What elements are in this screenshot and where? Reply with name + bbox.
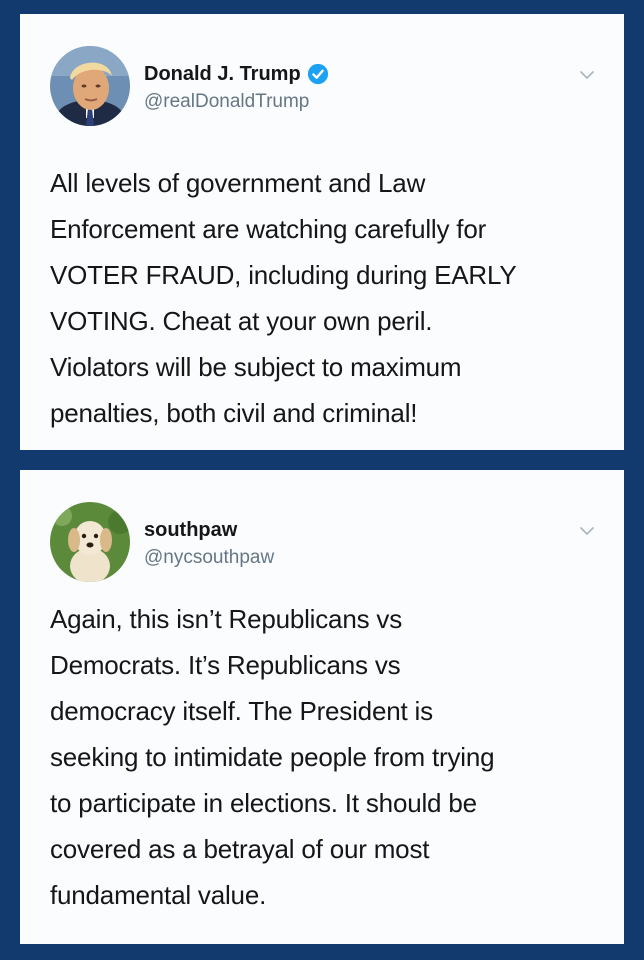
chevron-down-icon[interactable] [576, 64, 598, 86]
chevron-down-icon[interactable] [576, 520, 598, 542]
verified-badge-icon [307, 63, 328, 85]
tweet-card[interactable]: Donald J. Trump @realDonaldTrump All lev… [20, 14, 624, 450]
portrait-avatar-icon [50, 46, 130, 126]
puppy-avatar-icon [50, 502, 130, 582]
author-handle[interactable]: @realDonaldTrump [144, 90, 309, 114]
author-name[interactable]: southpaw [144, 518, 237, 542]
tweet-card[interactable]: southpaw @nycsouthpaw Again, this isn’t … [20, 470, 624, 944]
author-handle[interactable]: @nycsouthpaw [144, 546, 274, 570]
author-row: southpaw [144, 518, 237, 542]
tweet-text: All levels of government and Law Enforce… [50, 168, 517, 428]
tweet-text: Again, this isn’t Republicans vs Democra… [50, 604, 495, 910]
avatar[interactable] [50, 46, 130, 126]
author-row: Donald J. Trump [144, 62, 329, 86]
avatar[interactable] [50, 502, 130, 582]
author-name[interactable]: Donald J. Trump [144, 62, 301, 86]
